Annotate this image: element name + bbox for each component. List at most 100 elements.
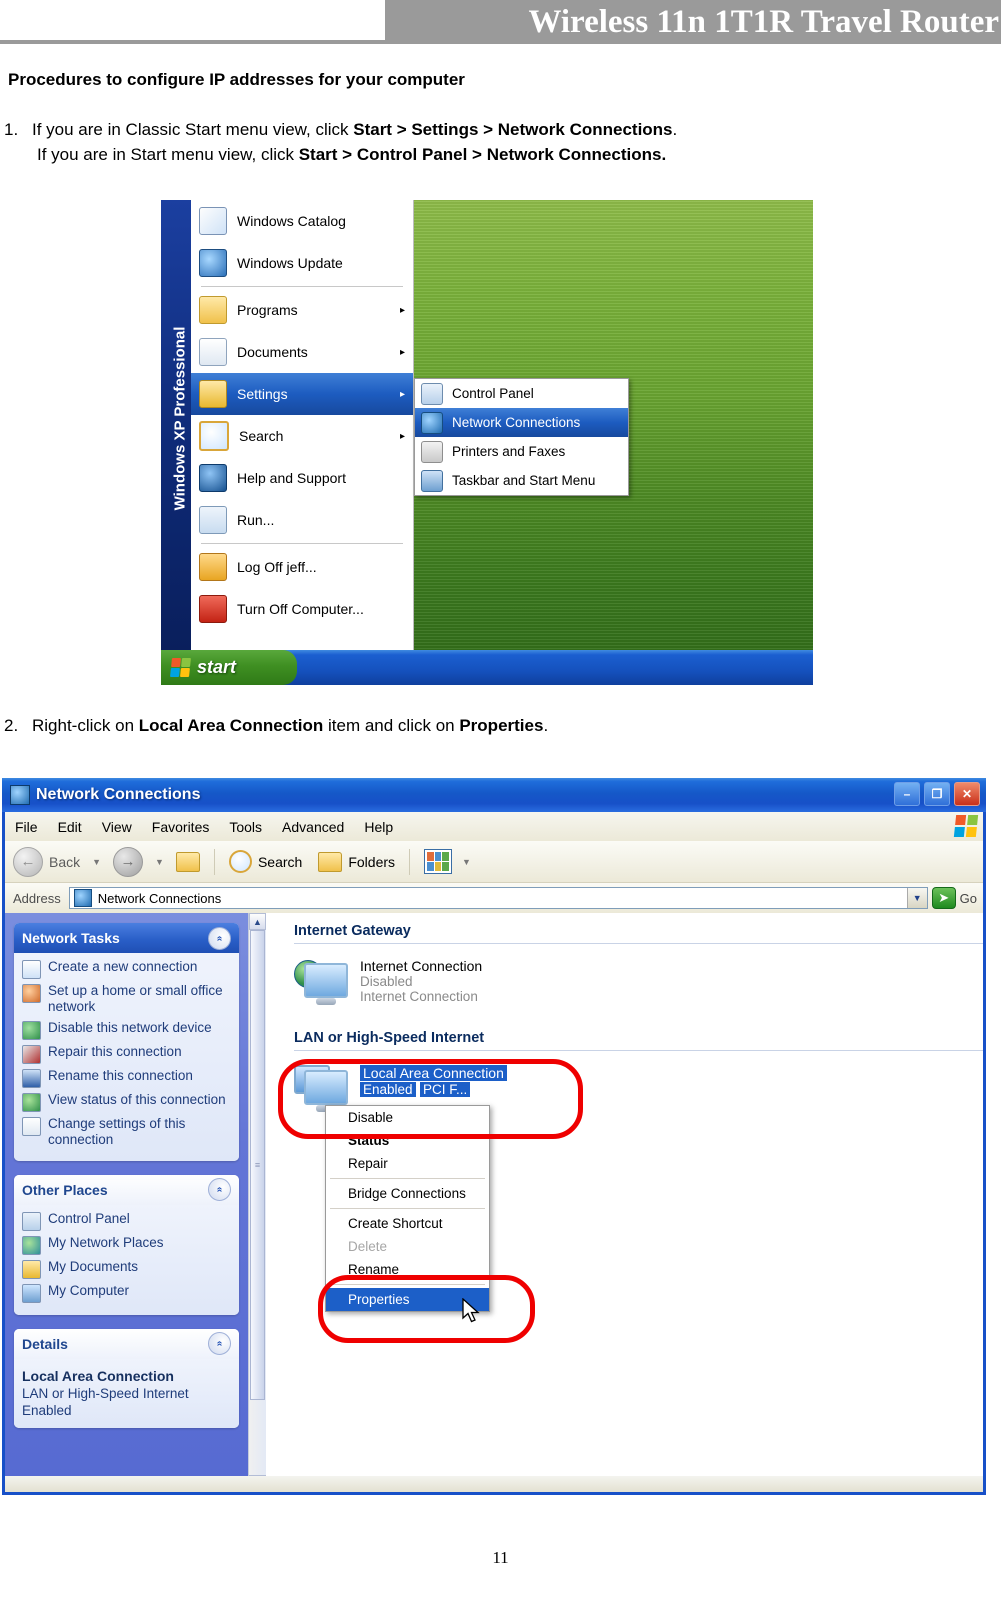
sidebar-item-view-status-of-this-connection[interactable]: View status of this connection	[22, 1092, 231, 1112]
chevron-up-icon[interactable]: «	[208, 1178, 231, 1202]
menu-view[interactable]: View	[92, 819, 142, 835]
start-menu-item-label: Turn Off Computer...	[237, 601, 364, 617]
search-icon	[228, 850, 252, 873]
start-menu-item-log-off-jeff[interactable]: Log Off jeff...	[191, 546, 413, 588]
start-menu-item-documents[interactable]: Documents ▸	[191, 331, 413, 373]
run-icon	[199, 506, 227, 534]
start-menu-separator	[201, 543, 403, 544]
start-menu-item-programs[interactable]: Programs ▸	[191, 289, 413, 331]
sidebar-item-rename-this-connection[interactable]: Rename this connection	[22, 1068, 231, 1088]
menu-tools[interactable]: Tools	[219, 819, 272, 835]
address-bar[interactable]: Address Network Connections ▼ ➤ Go	[5, 883, 983, 913]
settings-icon	[199, 380, 227, 408]
forward-button[interactable]: →	[105, 841, 151, 882]
taskbar-icon	[421, 469, 443, 492]
up-button[interactable]	[168, 841, 208, 882]
address-input[interactable]: Network Connections ▼	[68, 887, 928, 909]
menu-edit[interactable]: Edit	[48, 819, 92, 835]
taskbar[interactable]: start	[161, 650, 813, 685]
search-button[interactable]: Search	[221, 841, 310, 882]
views-icon	[424, 849, 453, 874]
chevron-up-icon[interactable]: «	[208, 1332, 231, 1356]
start-menu-panel[interactable]: Windows Catalog Windows Update Programs ▸ Do…	[191, 200, 414, 650]
start-menu-item-windows-catalog[interactable]: Windows Catalog	[191, 200, 413, 242]
home-network-icon	[22, 984, 41, 1003]
start-menu-item-windows-update[interactable]: Windows Update	[191, 242, 413, 284]
start-button[interactable]: start	[161, 650, 297, 685]
window-controls: – ❐ ✕	[894, 782, 980, 806]
window-title-label: Network Connections	[36, 786, 201, 803]
address-dropdown-icon[interactable]: ▼	[906, 888, 927, 908]
scrollbar-thumb[interactable]: ≡	[250, 930, 265, 1400]
go-button[interactable]: ➤ Go	[928, 887, 983, 909]
submenu-item-network-connections[interactable]: Network Connections	[415, 408, 628, 437]
panel-header[interactable]: Details «	[14, 1328, 239, 1359]
context-menu-item-bridge-connections[interactable]: Bridge Connections	[326, 1182, 489, 1205]
submenu-item-printers-and-faxes[interactable]: Printers and Faxes	[415, 437, 628, 466]
sidebar-item-my-documents[interactable]: My Documents	[22, 1259, 231, 1279]
menu-favorites[interactable]: Favorites	[142, 819, 220, 835]
toolbar-divider	[409, 848, 411, 875]
toolbar[interactable]: ← Back ▼ → ▼ Search Folders ▼	[5, 841, 983, 883]
sidebar-item-control-panel[interactable]: Control Panel	[22, 1211, 231, 1231]
menu-file[interactable]: File	[5, 819, 48, 835]
context-menu-separator	[330, 1178, 485, 1179]
maximize-button[interactable]: ❐	[924, 782, 950, 806]
panel-body: Create a new connection Set up a home or …	[14, 953, 239, 1161]
vertical-scrollbar[interactable]: ▲ ≡ ▼	[248, 913, 266, 1492]
start-menu-item-turn-off-computer[interactable]: Turn Off Computer...	[191, 588, 413, 630]
address-value: Network Connections	[97, 890, 222, 906]
close-button[interactable]: ✕	[954, 782, 980, 806]
submenu-item-label: Printers and Faxes	[452, 444, 566, 459]
back-dropdown-icon[interactable]: ▼	[92, 857, 101, 867]
start-menu-item-help-and-support[interactable]: Help and Support	[191, 457, 413, 499]
start-menu-item-settings[interactable]: Settings ▸	[191, 373, 413, 415]
minimize-button[interactable]: –	[894, 782, 920, 806]
start-menu-item-run[interactable]: Run...	[191, 499, 413, 541]
sidebar-item-disable-this-network-device[interactable]: Disable this network device	[22, 1020, 231, 1040]
chevron-up-icon[interactable]: «	[208, 926, 231, 950]
sidebar-item-create-a-new-connection[interactable]: Create a new connection	[22, 959, 231, 979]
back-button[interactable]: ← Back	[5, 841, 88, 882]
submenu-item-taskbar-and-start-menu[interactable]: Taskbar and Start Menu	[415, 466, 628, 495]
context-menu-item-repair[interactable]: Repair	[326, 1152, 489, 1175]
panel-header[interactable]: Other Places «	[14, 1174, 239, 1205]
sidebar-item-label: View status of this connection	[48, 1091, 226, 1107]
panel-header[interactable]: Network Tasks «	[14, 923, 239, 953]
sidebar-item-repair-this-connection[interactable]: Repair this connection	[22, 1044, 231, 1064]
start-menu-item-label: Run...	[237, 512, 275, 528]
scrollbar-track[interactable]: ≡	[250, 930, 265, 1475]
connection-item-internet[interactable]: Internet Connection Disabled Internet Co…	[294, 958, 983, 1005]
submenu-item-control-panel[interactable]: Control Panel	[415, 379, 628, 408]
sidebar-item-label: Disable this network device	[48, 1019, 212, 1035]
context-menu-item-disable[interactable]: Disable	[326, 1106, 489, 1129]
menu-help[interactable]: Help	[354, 819, 403, 835]
context-menu-item-rename[interactable]: Rename	[326, 1258, 489, 1281]
panel-body: Local Area Connection LAN or High-Speed I…	[14, 1358, 239, 1428]
scroll-up-button[interactable]: ▲	[249, 913, 266, 930]
start-menu-item-search[interactable]: Search ▸	[191, 415, 413, 457]
sidebar-item-my-computer[interactable]: My Computer	[22, 1283, 231, 1303]
start-menu-branding-strip: Windows XP Professional	[161, 200, 191, 650]
start-menu-branding-label: Windows XP Professional	[171, 326, 189, 511]
context-menu-item-delete: Delete	[348, 1239, 388, 1254]
forward-arrow-icon: →	[113, 846, 144, 877]
context-menu-item-create-shortcut[interactable]: Create Shortcut	[326, 1212, 489, 1235]
window-title-bar[interactable]: Network Connections – ❐ ✕	[2, 778, 986, 812]
step-1-line2: If you are in Start menu view, click Sta…	[37, 143, 984, 168]
menu-bar[interactable]: File Edit View Favorites Tools Advanced Help	[5, 812, 983, 841]
sidebar-item-set-up-a-home-or-small-office-network[interactable]: Set up a home or small office network	[22, 983, 231, 1016]
views-dropdown-icon[interactable]: ▼	[462, 857, 471, 867]
context-menu-item-status[interactable]: Status	[326, 1129, 489, 1152]
forward-dropdown-icon[interactable]: ▼	[155, 857, 164, 867]
control-panel-icon	[421, 382, 443, 405]
folders-button[interactable]: Folders	[310, 841, 403, 882]
sidebar-item-change-settings-of-this-connection[interactable]: Change settings of this connection	[22, 1116, 231, 1149]
settings-submenu[interactable]: Control Panel Network Connections Printers…	[414, 378, 629, 496]
start-button-label: start	[197, 657, 237, 677]
context-menu[interactable]: Disable Status Repair Bridge Connections Cre…	[325, 1105, 490, 1312]
menu-advanced[interactable]: Advanced	[272, 819, 354, 835]
internet-connection-status: Disabled	[360, 974, 413, 989]
sidebar-item-my-network-places[interactable]: My Network Places	[22, 1235, 231, 1255]
views-button[interactable]: ▼	[416, 841, 483, 882]
